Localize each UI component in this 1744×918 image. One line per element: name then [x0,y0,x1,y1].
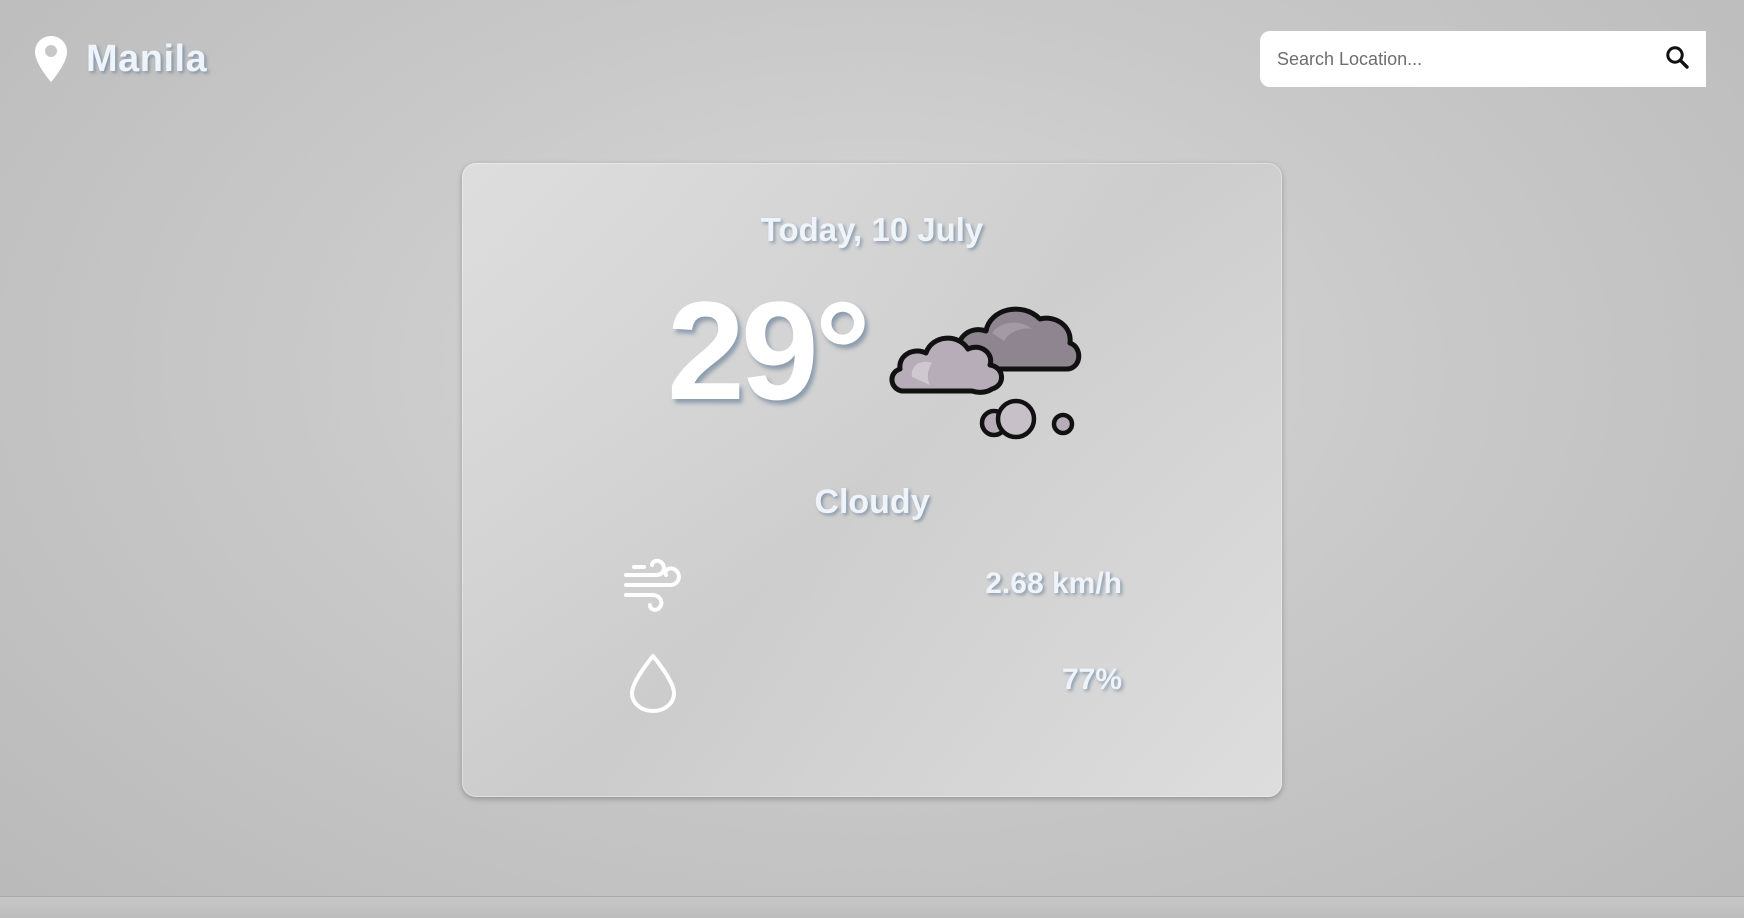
bottom-divider [0,896,1744,918]
temperature-row: 29° [462,281,1282,451]
search-input[interactable] [1275,30,1660,88]
date-label: Today, 10 July [760,211,984,248]
humidity-row: 77% [622,651,1122,713]
city-name: Manila [86,37,208,80]
search-box [1260,30,1706,88]
search-button[interactable] [1660,42,1694,76]
location-header: Manila [34,34,207,84]
map-pin-icon [34,35,68,83]
temperature-value: 29° [667,272,871,429]
wind-icon [622,555,684,620]
wind-speed-value: 2.68 km/h [985,567,1122,600]
condition-label: Cloudy [814,483,930,521]
humidity-value: 77% [1061,663,1122,696]
wind-row: 2.68 km/h [622,555,1122,615]
search-icon [1665,45,1689,74]
droplet-icon [622,651,684,718]
cloudy-icon [882,281,1082,456]
weather-card: Today, 10 July 29° Cloudy 2.68 km/h 77% [462,163,1282,797]
